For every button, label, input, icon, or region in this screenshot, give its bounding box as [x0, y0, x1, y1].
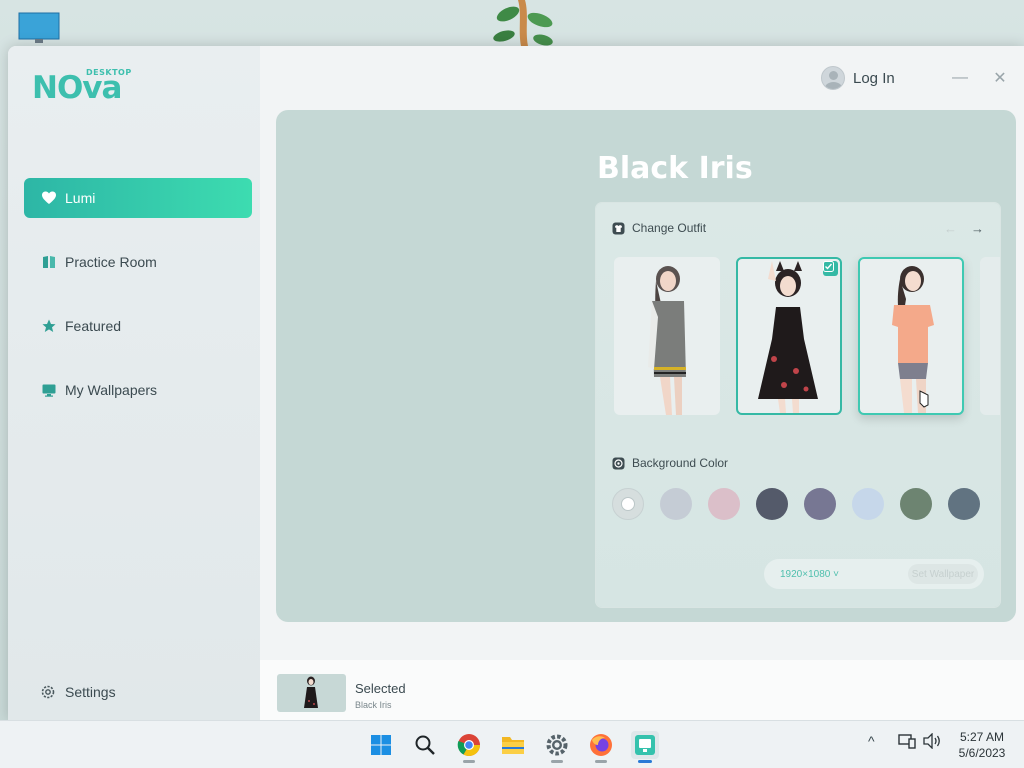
resolution-value: 1920×1080: [780, 568, 831, 580]
outfit-pager: ← →: [944, 221, 984, 236]
running-indicator: [463, 760, 475, 763]
active-indicator: [638, 760, 652, 763]
sidebar-item-my-wallpapers[interactable]: My Wallpapers: [24, 370, 252, 410]
background-color-label: Background Color: [632, 456, 729, 470]
heart-icon: [41, 190, 57, 206]
wallpaper-action-bar: 1920×1080 ˅ Set Wallpaper: [764, 559, 984, 589]
sidebar-item-label: Lumi: [65, 190, 96, 206]
logo-subtext: DESKTOP: [86, 68, 132, 77]
outfit-card-black-dress[interactable]: [736, 257, 842, 415]
background-swatch-5[interactable]: [804, 488, 836, 520]
network-icon[interactable]: [898, 733, 916, 749]
close-button[interactable]: ✕: [988, 66, 1012, 90]
background-swatch-7[interactable]: [900, 488, 932, 520]
character-card: Black Iris Change Outfit ← → Background …: [276, 110, 1016, 622]
sidebar: NOva DESKTOP Lumi Practice Room Featured: [8, 46, 260, 720]
shirt-icon: [612, 222, 625, 235]
nova-desktop-icon[interactable]: [631, 731, 659, 763]
nova-desktop-window: NOva DESKTOP Lumi Practice Room Featured: [8, 46, 1024, 720]
login-label: Log In: [853, 69, 895, 87]
outfit-card-hoodie[interactable]: [614, 257, 720, 415]
login-button[interactable]: Log In: [821, 66, 895, 90]
clock-time: 5:27 AM: [959, 730, 1005, 744]
change-outfit-label: Change Outfit: [632, 221, 707, 235]
background-swatch-1[interactable]: [612, 488, 644, 520]
chrome-icon[interactable]: [455, 731, 483, 763]
resolution-select[interactable]: 1920×1080 ˅: [780, 569, 839, 580]
app-logo: NOva DESKTOP: [32, 66, 132, 106]
sidebar-item-lumi[interactable]: Lumi: [24, 178, 252, 218]
outfit-card-peach-tshirt[interactable]: [858, 257, 964, 415]
arrow-right-icon[interactable]: →: [971, 221, 984, 236]
background-swatch-4[interactable]: [756, 488, 788, 520]
windows-start-icon[interactable]: [367, 731, 395, 759]
background-swatch-2[interactable]: [660, 488, 692, 520]
selected-character-name: Black Iris: [355, 700, 392, 710]
background-swatch-6[interactable]: [852, 488, 884, 520]
gear-icon: [40, 684, 56, 700]
background-swatch-8[interactable]: [948, 488, 980, 520]
chevron-down-icon: ˅: [833, 568, 839, 580]
star-icon: [41, 318, 57, 334]
selected-label: Selected: [355, 681, 406, 696]
file-explorer-icon[interactable]: [499, 731, 527, 759]
avatar-icon: [821, 66, 845, 90]
taskbar: ^ 5:27 AM 5/6/2023: [0, 720, 1024, 768]
sidebar-item-label: My Wallpapers: [65, 382, 158, 398]
settings-icon[interactable]: [543, 731, 571, 763]
set-wallpaper-button[interactable]: Set Wallpaper: [908, 564, 978, 584]
character-title: Black Iris: [597, 151, 753, 186]
tray-chevron-up-icon[interactable]: ^: [868, 733, 875, 749]
background-color-header: Background Color: [612, 456, 728, 470]
firefox-icon[interactable]: [587, 731, 615, 763]
desktop-monitor-icon[interactable]: [18, 12, 60, 44]
running-indicator: [595, 760, 607, 763]
selected-character-thumbnail-image: [304, 676, 318, 708]
running-indicator: [551, 760, 563, 763]
selected-check-icon: [823, 261, 838, 276]
customize-panel: Change Outfit ← → Background Color 1920×…: [596, 203, 1000, 607]
sidebar-item-label: Practice Room: [65, 254, 157, 270]
book-icon: [41, 254, 57, 270]
outfit-card-next-peek[interactable]: [980, 257, 1000, 415]
system-clock[interactable]: 5:27 AM 5/6/2023: [950, 729, 1014, 761]
change-outfit-header: Change Outfit: [612, 221, 706, 235]
outfit-hoodie-image: [648, 266, 686, 415]
monitor-icon: [41, 382, 57, 398]
sidebar-item-practice-room[interactable]: Practice Room: [24, 242, 252, 282]
outfit-black-dress-image: [758, 261, 818, 413]
palette-icon: [612, 457, 625, 470]
plant-decoration-icon: [493, 0, 553, 46]
volume-icon[interactable]: [922, 733, 942, 749]
outfit-peach-tshirt-image: [892, 266, 934, 413]
selected-thumbnail[interactable]: [277, 674, 346, 712]
sidebar-item-featured[interactable]: Featured: [24, 306, 252, 346]
settings-label: Settings: [65, 684, 116, 700]
sidebar-item-label: Featured: [65, 318, 122, 334]
arrow-left-icon[interactable]: ←: [944, 221, 957, 236]
settings-button[interactable]: Settings: [40, 684, 116, 700]
selection-footer: Selected Black Iris: [260, 660, 1024, 720]
search-icon[interactable]: [411, 731, 439, 759]
background-swatch-3[interactable]: [708, 488, 740, 520]
clock-date: 5/6/2023: [958, 746, 1006, 760]
minimize-button[interactable]: —: [948, 66, 972, 90]
